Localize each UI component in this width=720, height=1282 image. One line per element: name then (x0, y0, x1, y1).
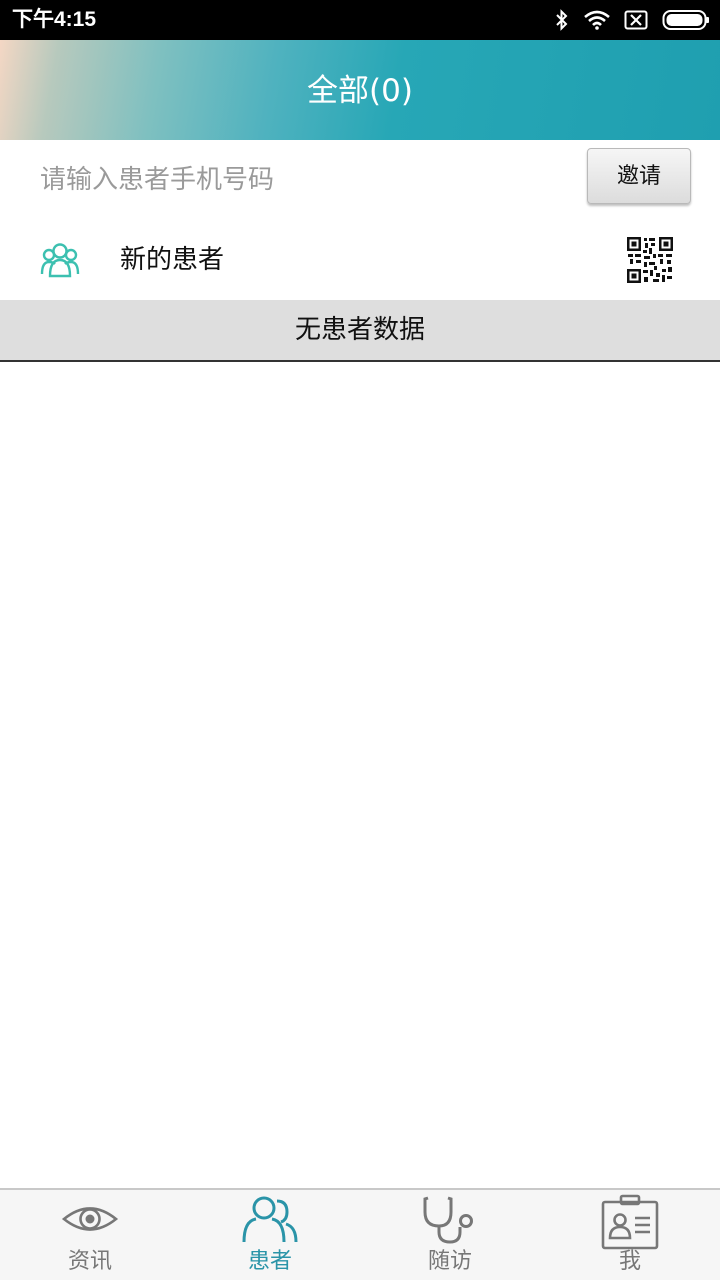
stethoscope-icon (423, 1196, 473, 1244)
status-time: 下午4:15 (12, 8, 97, 31)
tab-label-news: 资讯 (67, 1249, 112, 1274)
tab-label-patients: 患者 (247, 1249, 292, 1274)
invite-row: 邀请 (0, 140, 720, 220)
tab-patients[interactable]: 患者 (180, 1190, 360, 1282)
empty-state-banner: 无患者数据 (0, 300, 720, 362)
bottom-tab-bar: 资讯 患者 随访 我 (0, 1188, 720, 1280)
tab-label-followup: 随访 (427, 1249, 472, 1274)
tab-me[interactable]: 我 (540, 1190, 720, 1282)
tab-followup[interactable]: 随访 (360, 1190, 540, 1282)
patient-group-icon (40, 243, 80, 278)
bluetooth-icon (556, 9, 568, 31)
wifi-icon (584, 10, 610, 30)
new-patient-row[interactable]: 新的患者 (0, 220, 720, 300)
eye-icon (61, 1207, 119, 1231)
page-title[interactable]: 全部(0) (0, 71, 720, 111)
patients-icon (242, 1196, 298, 1243)
qr-code-icon[interactable] (626, 236, 674, 284)
header-bar: 全部(0) (0, 40, 720, 140)
battery-icon (662, 10, 709, 30)
invite-button[interactable]: 邀请 (587, 148, 691, 204)
empty-state-text: 无患者数据 (294, 315, 425, 345)
id-card-icon (601, 1194, 659, 1250)
status-bar: 下午4:15 (0, 0, 720, 40)
tab-news[interactable]: 资讯 (0, 1190, 180, 1282)
phone-number-input[interactable] (40, 156, 560, 204)
tab-label-me: 我 (618, 1249, 641, 1274)
new-patient-label: 新的患者 (120, 245, 225, 275)
status-icons (554, 8, 710, 32)
no-sim-icon (624, 10, 648, 30)
